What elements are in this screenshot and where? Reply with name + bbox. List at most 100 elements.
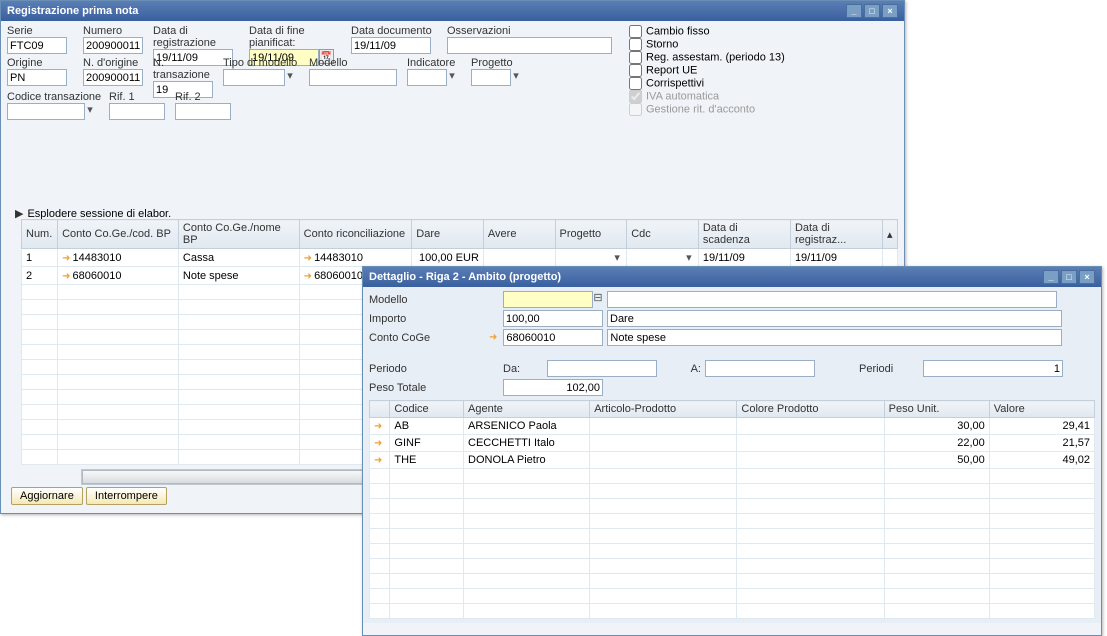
link-arrow-icon[interactable]: ➜ [374,455,382,466]
label-serie: Serie [7,25,77,37]
n-origine-field[interactable] [83,69,143,86]
col-riconc[interactable]: Conto riconciliazione [299,220,412,249]
da-field[interactable] [547,360,657,377]
dropdown-icon[interactable]: ▾ [447,69,457,86]
detail-title: Dettaglio - Riga 2 - Ambito (progetto) [369,271,561,283]
col-conto[interactable]: Conto Co.Ge./cod. BP [58,220,179,249]
col-num[interactable]: Num. [22,220,58,249]
label-conto-coge: Conto CoGe [369,332,485,344]
label-iva-auto: IVA automatica [646,91,719,103]
col-codice[interactable]: Codice [390,401,464,418]
dropdown-icon[interactable]: ▾ [85,103,95,120]
scroll-up-icon[interactable]: ▴ [883,220,898,249]
a-field[interactable] [705,360,815,377]
modello2-desc-field[interactable] [607,291,1057,308]
close-button[interactable]: × [1079,270,1095,284]
col-avere[interactable]: Avere [483,220,555,249]
tipo-mod-field[interactable] [223,69,285,86]
peso-tot-field[interactable] [503,379,603,396]
table-row[interactable]: ➜ABARSENICO Paola30,0029,41 [370,418,1095,435]
table-row[interactable]: ➜GINFCECCHETTI Italo22,0021,57 [370,435,1095,452]
corrisp-checkbox[interactable] [629,77,642,90]
dropdown-icon[interactable]: ▾ [612,251,622,264]
col-nome[interactable]: Conto Co.Ge./nome BP [178,220,299,249]
numero-field[interactable] [83,37,143,54]
importo-type-field[interactable] [607,310,1062,327]
label-peso-tot: Peso Totale [369,382,499,394]
empty-row [370,574,1095,589]
conto-coge-field[interactable] [503,329,603,346]
label-a: A: [671,363,701,375]
col-articolo[interactable]: Articolo-Prodotto [590,401,737,418]
link-arrow-icon[interactable]: ➜ [374,421,382,432]
report-ue-checkbox[interactable] [629,64,642,77]
importo-field[interactable] [503,310,603,327]
detail-titlebar[interactable]: Dettaglio - Riga 2 - Ambito (progetto) _… [363,267,1101,287]
osserv-field[interactable] [447,37,612,54]
rif1-field[interactable] [109,103,165,120]
empty-row [370,499,1095,514]
empty-row [370,514,1095,529]
link-arrow-icon[interactable]: ➜ [62,271,70,282]
cod-trans-field[interactable] [7,103,85,120]
empty-row [370,544,1095,559]
label-rif2: Rif. 2 [175,91,235,103]
modello2-field[interactable] [503,291,593,308]
table-row[interactable]: 1➜14483010Cassa➜14483010100,00 EUR▾▾19/1… [22,249,898,267]
interrompere-button[interactable]: Interrompere [86,487,167,505]
modello-field[interactable] [309,69,397,86]
col-scad[interactable]: Data di scadenza [698,220,790,249]
col-peso-unit[interactable]: Peso Unit. [884,401,989,418]
aggiornare-button[interactable]: Aggiornare [11,487,83,505]
col-dreg[interactable]: Data di registraz... [790,220,882,249]
label-periodi: Periodi [859,363,919,375]
lookup-icon[interactable]: ⊟ [593,291,603,308]
link-arrow-icon[interactable]: ➜ [489,332,497,343]
col-progetto[interactable]: Progetto [555,220,627,249]
label-gest-rit: Gestione rit. d'acconto [646,104,755,116]
dropdown-icon[interactable]: ▾ [684,251,694,264]
label-corrisp: Corrispettivi [646,78,704,90]
label-cambio-fisso: Cambio fisso [646,26,710,38]
label-tipo-mod: Tipo di modello [223,57,303,69]
rif2-field[interactable] [175,103,231,120]
link-arrow-icon[interactable]: ➜ [304,253,312,264]
col-dare[interactable]: Dare [412,220,484,249]
col-cdc[interactable]: Cdc [627,220,699,249]
periodi-field[interactable] [923,360,1063,377]
link-arrow-icon[interactable]: ➜ [62,253,70,264]
table-row[interactable]: ➜THEDONOLA Pietro50,0049,02 [370,452,1095,469]
indicat-field[interactable] [407,69,447,86]
maximize-button[interactable]: □ [864,4,880,18]
label-indicat: Indicatore [407,57,465,69]
dropdown-icon[interactable]: ▾ [285,69,295,86]
main-titlebar[interactable]: Registrazione prima nota _ □ × [1,1,904,21]
label-osserv: Osservazioni [447,25,617,37]
origine-field[interactable] [7,69,67,86]
minimize-button[interactable]: _ [1043,270,1059,284]
label-modello: Modello [309,57,401,69]
col-colore[interactable]: Colore Prodotto [737,401,884,418]
maximize-button[interactable]: □ [1061,270,1077,284]
cambio-fisso-checkbox[interactable] [629,25,642,38]
link-arrow-icon[interactable]: ➜ [304,271,312,282]
minimize-button[interactable]: _ [846,4,862,18]
label-data-fine: Data di fine pianificat: [249,25,345,49]
progetto-field[interactable] [471,69,511,86]
serie-field[interactable] [7,37,67,54]
conto-coge-desc-field[interactable] [607,329,1062,346]
label-periodo: Periodo [369,363,499,375]
reg-assest-checkbox[interactable] [629,51,642,64]
dropdown-icon[interactable]: ▾ [511,69,521,86]
link-arrow-icon[interactable]: ➜ [374,438,382,449]
col-agente[interactable]: Agente [464,401,590,418]
empty-row [370,589,1095,604]
storno-checkbox[interactable] [629,38,642,51]
label-rif1: Rif. 1 [109,91,169,103]
col-valore[interactable]: Valore [989,401,1094,418]
close-button[interactable]: × [882,4,898,18]
data-doc-field[interactable] [351,37,431,54]
iva-auto-checkbox [629,90,642,103]
label-data-reg: Data di registrazione [153,25,243,49]
label-progetto: Progetto [471,57,529,69]
